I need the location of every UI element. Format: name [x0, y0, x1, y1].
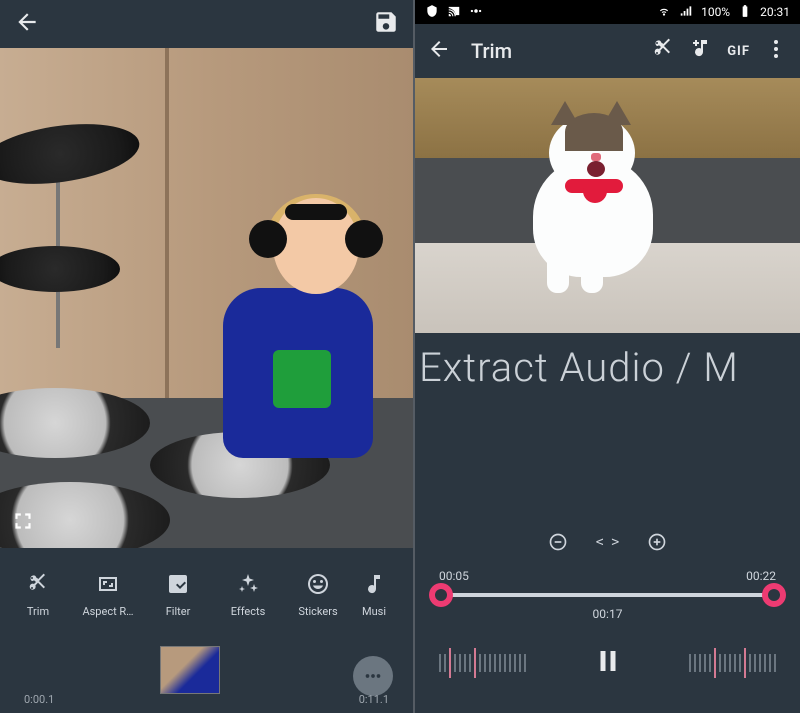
- scissors-icon: [26, 572, 50, 599]
- trim-slider[interactable]: 00:05 00:22 00:17: [415, 563, 800, 633]
- tool-label: Musi: [362, 605, 386, 618]
- tool-effects[interactable]: Effects: [216, 548, 280, 642]
- pause-button[interactable]: [593, 646, 623, 680]
- feature-caption: Extract Audio / M: [415, 333, 800, 401]
- save-button[interactable]: [373, 9, 399, 39]
- signal-icon: [679, 4, 693, 21]
- zoom-in-button[interactable]: [647, 532, 667, 552]
- left-timeline: 0:00.1 0:11.1: [0, 642, 413, 710]
- back-button[interactable]: [427, 37, 451, 65]
- notif-nav-icon: [425, 4, 439, 21]
- status-bar: 100% 20:31: [415, 0, 800, 24]
- trim-start-handle[interactable]: [429, 583, 453, 607]
- sparkle-icon: [236, 572, 260, 599]
- back-button[interactable]: [14, 9, 40, 39]
- editor-main-panel: Trim Aspect R… Filter Effects Stickers M…: [0, 0, 413, 713]
- notif-cast-icon: [447, 4, 461, 21]
- tool-stickers[interactable]: Stickers: [286, 548, 350, 642]
- battery-icon: [738, 4, 752, 21]
- ruler-left: [439, 645, 526, 681]
- trim-track: [439, 593, 776, 597]
- screen-title: Trim: [471, 39, 512, 63]
- trim-end-label: 00:22: [746, 569, 776, 583]
- trim-topbar: Trim GIF: [415, 24, 800, 78]
- tool-label: Stickers: [298, 605, 337, 618]
- preview-content: [0, 48, 413, 548]
- more-button[interactable]: [353, 656, 393, 696]
- battery-percent: 100%: [701, 5, 730, 19]
- tool-label: Aspect R…: [82, 605, 133, 618]
- clock-time: 20:31: [760, 5, 790, 19]
- notif-misc-icon: [469, 4, 483, 21]
- tool-filter[interactable]: Filter: [146, 548, 210, 642]
- center-marker: < >: [596, 535, 619, 550]
- left-topbar: [0, 0, 413, 48]
- trim-end-handle[interactable]: [762, 583, 786, 607]
- tool-aspect-ratio[interactable]: Aspect R…: [76, 548, 140, 642]
- fullscreen-button[interactable]: [10, 508, 36, 538]
- timeline-start-time: 0:00.1: [24, 693, 54, 706]
- timeline-end-time: 0:11.1: [359, 693, 389, 706]
- zoom-out-button[interactable]: [548, 532, 568, 552]
- tool-music[interactable]: Musi: [356, 548, 392, 642]
- gif-button[interactable]: GIF: [727, 44, 750, 59]
- video-preview[interactable]: [0, 48, 413, 548]
- trim-panel: 100% 20:31 Trim GIF: [413, 0, 800, 713]
- add-music-button[interactable]: [689, 37, 713, 65]
- tool-label: Filter: [166, 605, 191, 618]
- tool-strip: Trim Aspect R… Filter Effects Stickers M…: [0, 548, 413, 642]
- tool-label: Effects: [231, 605, 266, 618]
- aspect-ratio-icon: [96, 572, 120, 599]
- preview-content: [415, 78, 800, 333]
- tool-label: Trim: [27, 605, 49, 618]
- trim-current-label: 00:17: [593, 607, 623, 621]
- tool-trim[interactable]: Trim: [6, 548, 70, 642]
- overflow-menu-button[interactable]: [764, 37, 788, 65]
- zoom-controls: < >: [415, 521, 800, 563]
- cut-button[interactable]: [651, 37, 675, 65]
- trim-preview[interactable]: [415, 78, 800, 333]
- music-note-icon: [362, 572, 386, 599]
- trim-start-label: 00:05: [439, 569, 469, 583]
- clip-thumbnail[interactable]: [160, 646, 220, 694]
- timeline-ruler[interactable]: [415, 633, 800, 693]
- ruler-right: [689, 645, 776, 681]
- smiley-icon: [306, 572, 330, 599]
- filter-icon: [166, 572, 190, 599]
- spacer: [415, 401, 800, 521]
- wifi-icon: [657, 4, 671, 21]
